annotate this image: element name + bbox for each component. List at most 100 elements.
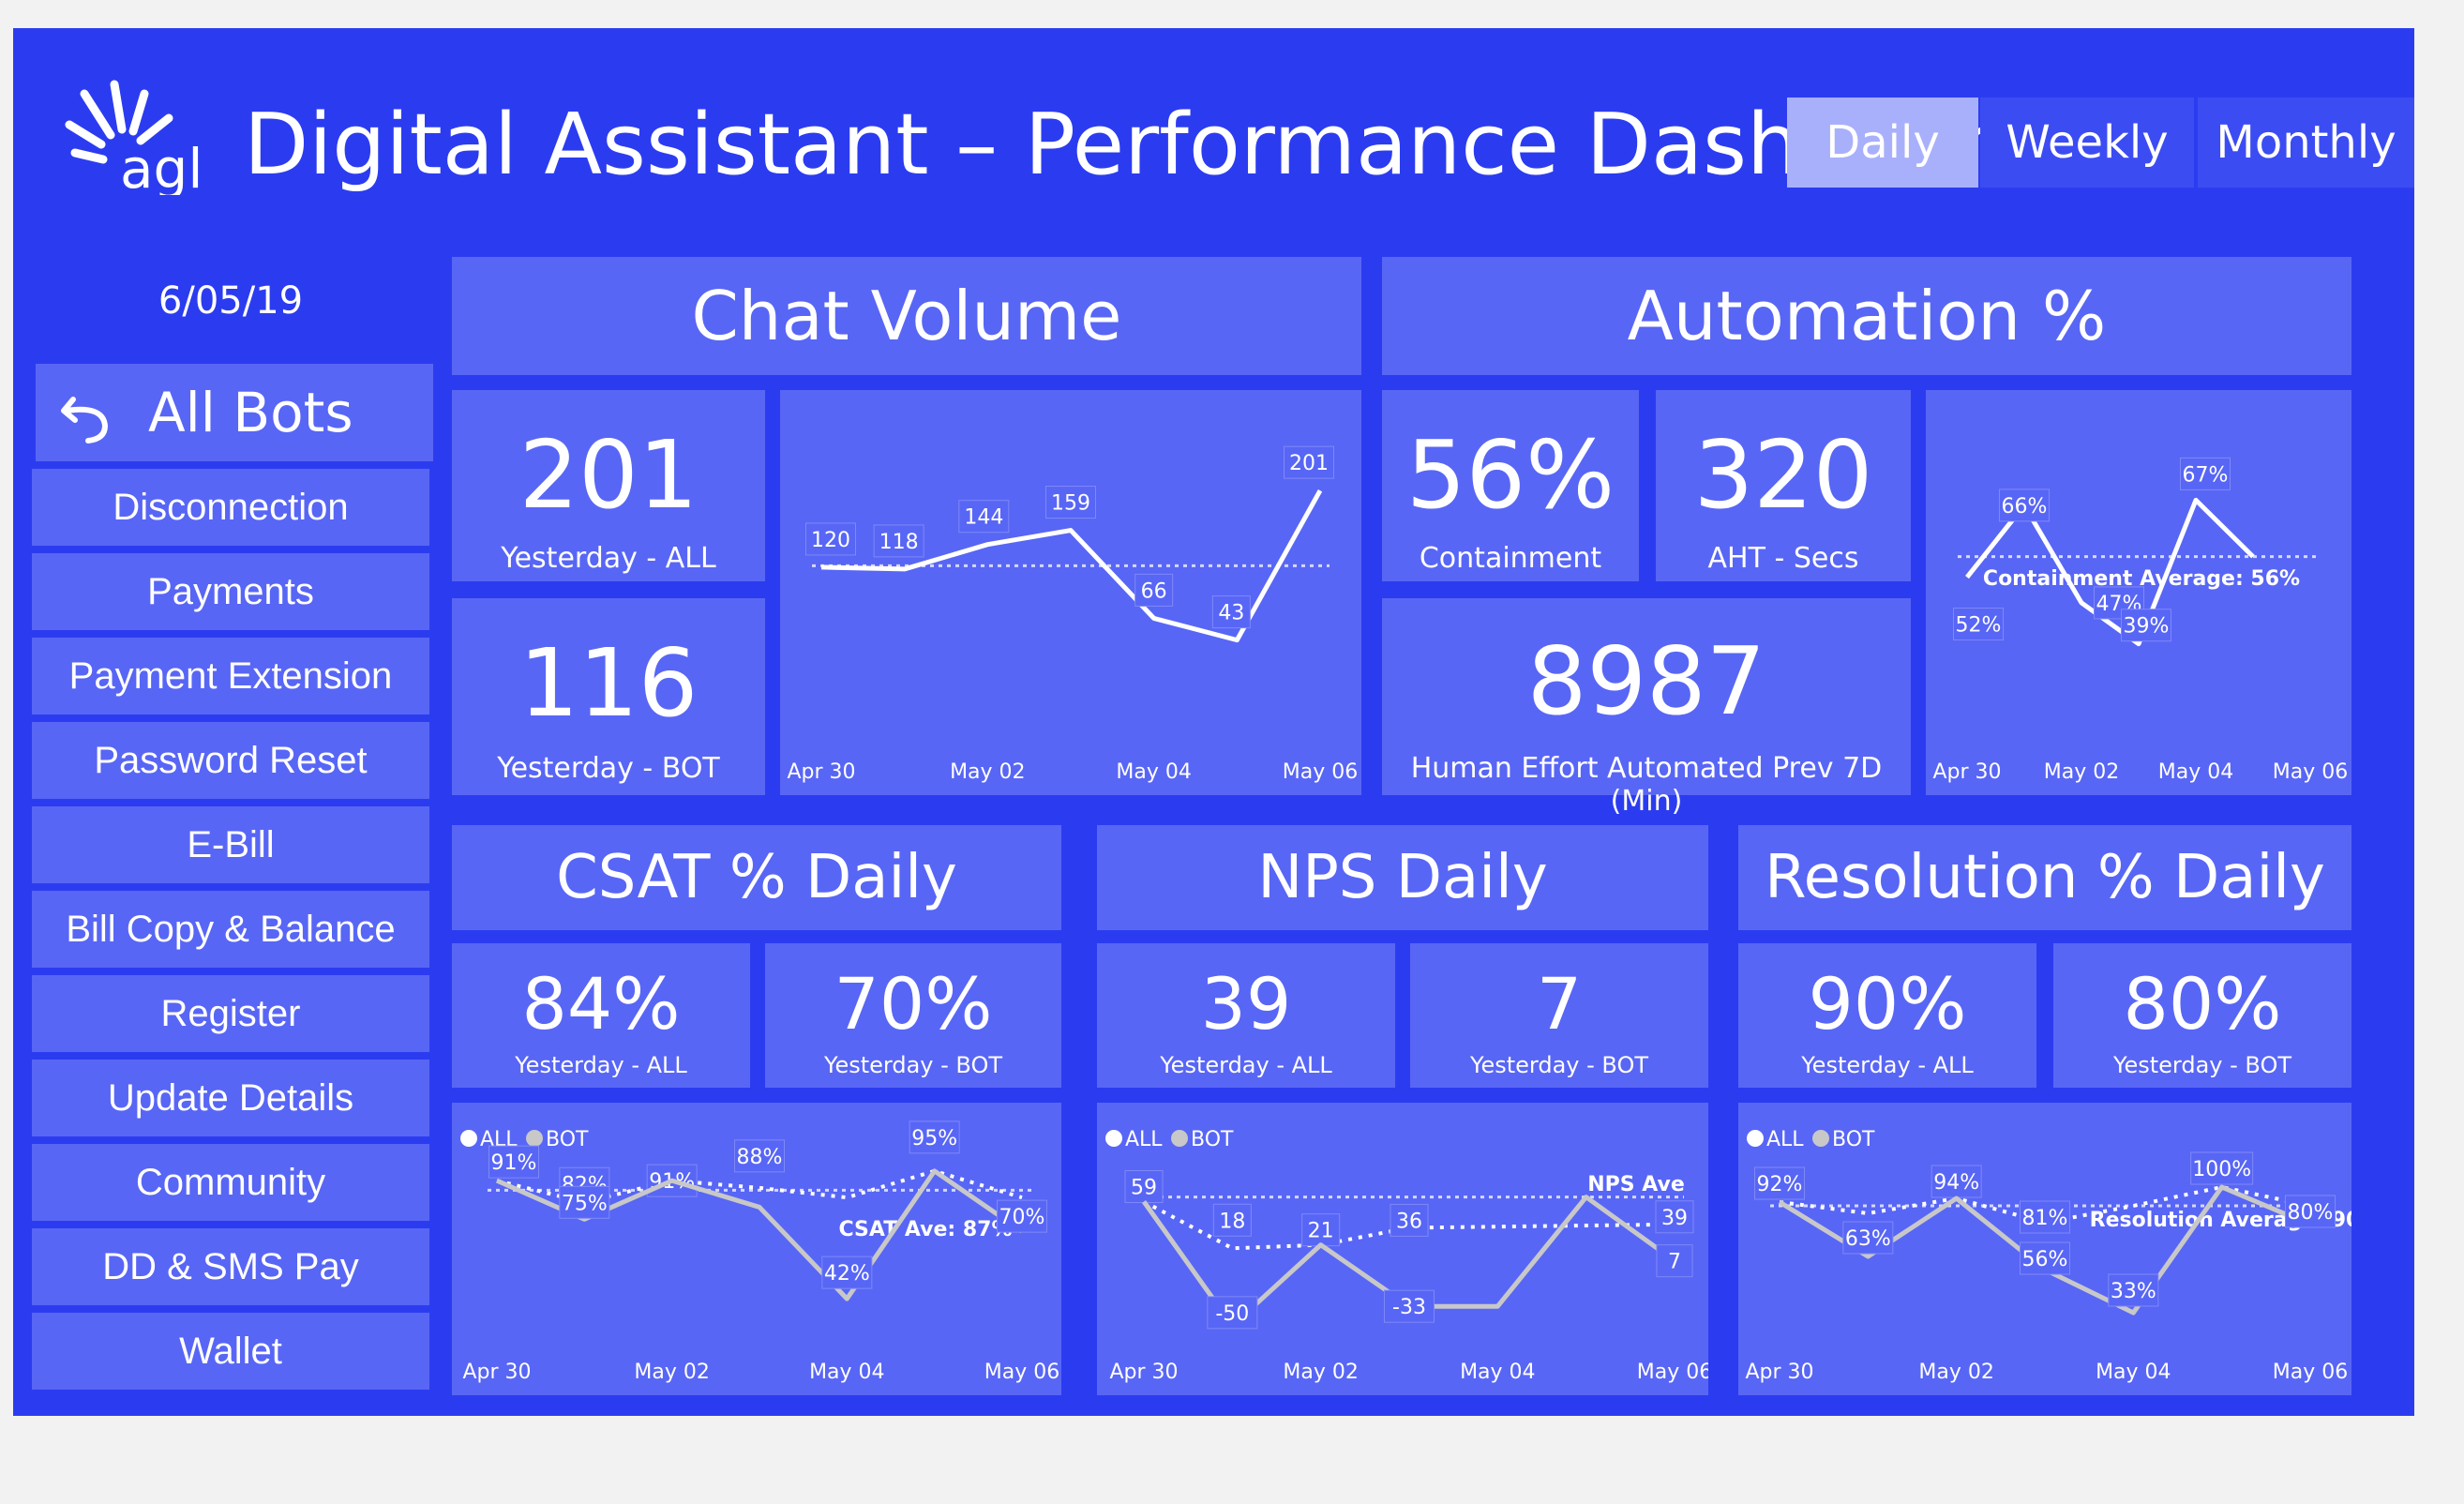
kpi-containment-label: Containment	[1419, 542, 1602, 575]
x-tick-may-02: May 02	[950, 760, 1025, 784]
kpi-nps-bot-label: Yesterday - BOT	[1469, 1052, 1649, 1078]
tab-weekly[interactable]: Weekly	[1980, 98, 2194, 188]
sidebar-item-wallet[interactable]: Wallet	[32, 1313, 429, 1390]
sidebar-item-payment-extension[interactable]: Payment Extension	[32, 638, 429, 714]
average-label: CSAT Ave: 87%	[838, 1218, 1012, 1241]
legend-marker-all	[460, 1130, 477, 1147]
data-label-0-1: 18	[1219, 1210, 1245, 1233]
kpi-aht-label: AHT - Secs	[1707, 542, 1859, 575]
legend-marker-bot	[1171, 1130, 1188, 1147]
data-label-0-2: 94%	[1933, 1171, 1979, 1195]
kpi-csat-all-label: Yesterday - ALL	[515, 1052, 687, 1078]
resolution-title: Resolution % Daily	[1738, 825, 2351, 930]
x-tick-apr-30: Apr 30	[787, 760, 855, 784]
data-label-0-3: 88%	[737, 1146, 783, 1169]
data-label-0-4: 67%	[2183, 463, 2229, 487]
legend-label-all: ALL	[1125, 1128, 1163, 1151]
data-label-0-6: 39	[1661, 1207, 1688, 1230]
x-tick-may-04: May 04	[809, 1361, 884, 1384]
back-arrow-icon	[61, 397, 109, 444]
kpi-nps-all-value: 39	[1200, 962, 1292, 1045]
legend-marker-bot	[1812, 1130, 1829, 1147]
x-tick-may-04: May 04	[1116, 760, 1191, 784]
data-label-1-4: 33%	[2111, 1280, 2156, 1303]
dashboard-frame: agl Digital Assistant – Performance Dash…	[13, 28, 2414, 1416]
kpi-resolution-bot-label: Yesterday - BOT	[2112, 1052, 2292, 1078]
kpi-human-effort: 8987 Human Effort Automated Prev 7D (Min…	[1382, 598, 1911, 818]
x-tick-may-02: May 02	[2044, 760, 2119, 784]
resolution-chart: ALLBOTResolution Average: 90%92%94%81%10…	[1745, 1128, 2381, 1384]
data-label-0-4: 66	[1141, 579, 1167, 603]
data-label-0-0: 91%	[491, 1151, 537, 1175]
containment-chart: Containment Average: 56%52%66%47%39%67%A…	[1932, 457, 2348, 784]
containment-chart-panel: Containment Average: 56% 52% 66% 47% 39% 67% A…	[1926, 390, 2351, 795]
kpi-aht: 320 AHT - Secs	[1656, 390, 1911, 581]
data-label-0-5: 43	[1218, 602, 1244, 625]
kpi-csat-bot-value: 70%	[834, 962, 993, 1045]
tab-monthly[interactable]: Monthly	[2198, 98, 2414, 188]
legend-label-bot: BOT	[1832, 1128, 1875, 1151]
data-label-0-0: 52%	[1956, 614, 2002, 638]
kpi-nps-bot: 7 Yesterday - BOT	[1410, 943, 1708, 1088]
sidebar-item-dd-sms-pay[interactable]: DD & SMS Pay	[32, 1228, 429, 1305]
data-label-1-3: -33	[1392, 1296, 1426, 1319]
kpi-csat-bot-label: Yesterday - BOT	[823, 1052, 1003, 1078]
x-tick-apr-30: Apr 30	[1932, 760, 2001, 784]
sidebar-item-payments[interactable]: Payments	[32, 553, 429, 630]
x-tick-apr-30: Apr 30	[1109, 1361, 1178, 1384]
legend-marker-all	[1105, 1130, 1122, 1147]
data-label-1-6: 70%	[999, 1206, 1045, 1229]
x-tick-may-06: May 06	[2273, 760, 2348, 784]
sidebar-item-disconnection[interactable]: Disconnection	[32, 469, 429, 546]
data-label-1-1: 63%	[1845, 1227, 1891, 1251]
x-tick-apr-30: Apr 30	[462, 1361, 531, 1384]
kpi-csat-all-value: 84%	[521, 962, 681, 1045]
sidebar-item-update-details[interactable]: Update Details	[32, 1060, 429, 1136]
data-label-0-6: 201	[1289, 452, 1329, 475]
kpi-resolution-all: 90% Yesterday - ALL	[1738, 943, 2036, 1088]
csat-chart: ALL BOTCSAT Ave: 87%91%82% 91%88%95%75%42%…	[460, 1120, 1059, 1384]
x-tick-may-06: May 06	[984, 1361, 1059, 1384]
kpi-nps-all-label: Yesterday - ALL	[1160, 1052, 1332, 1078]
sidebar-item-register[interactable]: Register	[32, 975, 429, 1052]
data-label-1-6: 7	[1668, 1251, 1681, 1274]
data-label-1-1: 75%	[562, 1192, 608, 1215]
all-bots-button[interactable]: All Bots	[36, 364, 433, 461]
kpi-human-effort-value: 8987	[1526, 626, 1766, 736]
x-tick-may-04: May 04	[1460, 1361, 1535, 1384]
csat-chart-panel: ALL BOT CSAT Ave: 87% 91% 82% 91% 88% 95% 75% 42%…	[452, 1103, 1061, 1395]
data-label-0-3: 81%	[2022, 1207, 2068, 1230]
nps-chart-panel: ALL BOT NPS Ave 59 18 21 36 39 -50 -33 7 Apr 30 May …	[1097, 1103, 1712, 1395]
sidebar-item-e-bill[interactable]: E-Bill	[32, 806, 429, 883]
agl-logo-icon: agl	[65, 80, 203, 195]
x-tick-may-06: May 06	[2273, 1361, 2348, 1384]
x-tick-may-04: May 04	[2096, 1361, 2171, 1384]
sidebar-item-bill-copy-balance[interactable]: Bill Copy & Balance	[32, 891, 429, 968]
chat-volume-chart: 120 118 144 159 66 43 201 Apr 30 May 02 May 04 May…	[787, 445, 1358, 784]
data-label-0-0: 59	[1131, 1177, 1157, 1200]
sidebar-item-community[interactable]: Community	[32, 1144, 429, 1221]
kpi-resolution-all-value: 90%	[1808, 962, 1967, 1045]
kpi-containment-value: 56%	[1405, 420, 1615, 530]
data-label-0-5: 95%	[911, 1127, 957, 1151]
sidebar-item-password-reset[interactable]: Password Reset	[32, 722, 429, 799]
logo-text: agl	[120, 137, 203, 195]
data-label-0-0: 120	[811, 529, 850, 552]
data-label-1-1: -50	[1215, 1302, 1249, 1326]
kpi-csat-bot: 70% Yesterday - BOT	[765, 943, 1061, 1088]
tab-daily[interactable]: Daily	[1787, 98, 1978, 188]
page-title: Digital Assistant – Performance Dashboar…	[244, 96, 2044, 194]
x-tick-may-06: May 06	[1637, 1361, 1708, 1384]
kpi-nps-bot-value: 7	[1536, 962, 1583, 1045]
legend-label-bot: BOT	[546, 1128, 589, 1151]
resolution-chart-panel: ALLBOTResolution Average: 90%92%94%81%10…	[1738, 1103, 2381, 1395]
data-label-0-2: 144	[964, 506, 1003, 530]
kpi-resolution-bot-value: 80%	[2123, 962, 2282, 1045]
x-tick-may-04: May 04	[2158, 760, 2233, 784]
data-label-0-0: 92%	[1757, 1173, 1803, 1196]
data-label-0-3: 159	[1051, 492, 1090, 516]
data-label-1-6: 80%	[2288, 1201, 2334, 1225]
data-label-0-5: 100%	[2192, 1158, 2251, 1181]
nps-title: NPS Daily	[1097, 825, 1708, 930]
data-label-1-3: 56%	[2022, 1248, 2068, 1271]
